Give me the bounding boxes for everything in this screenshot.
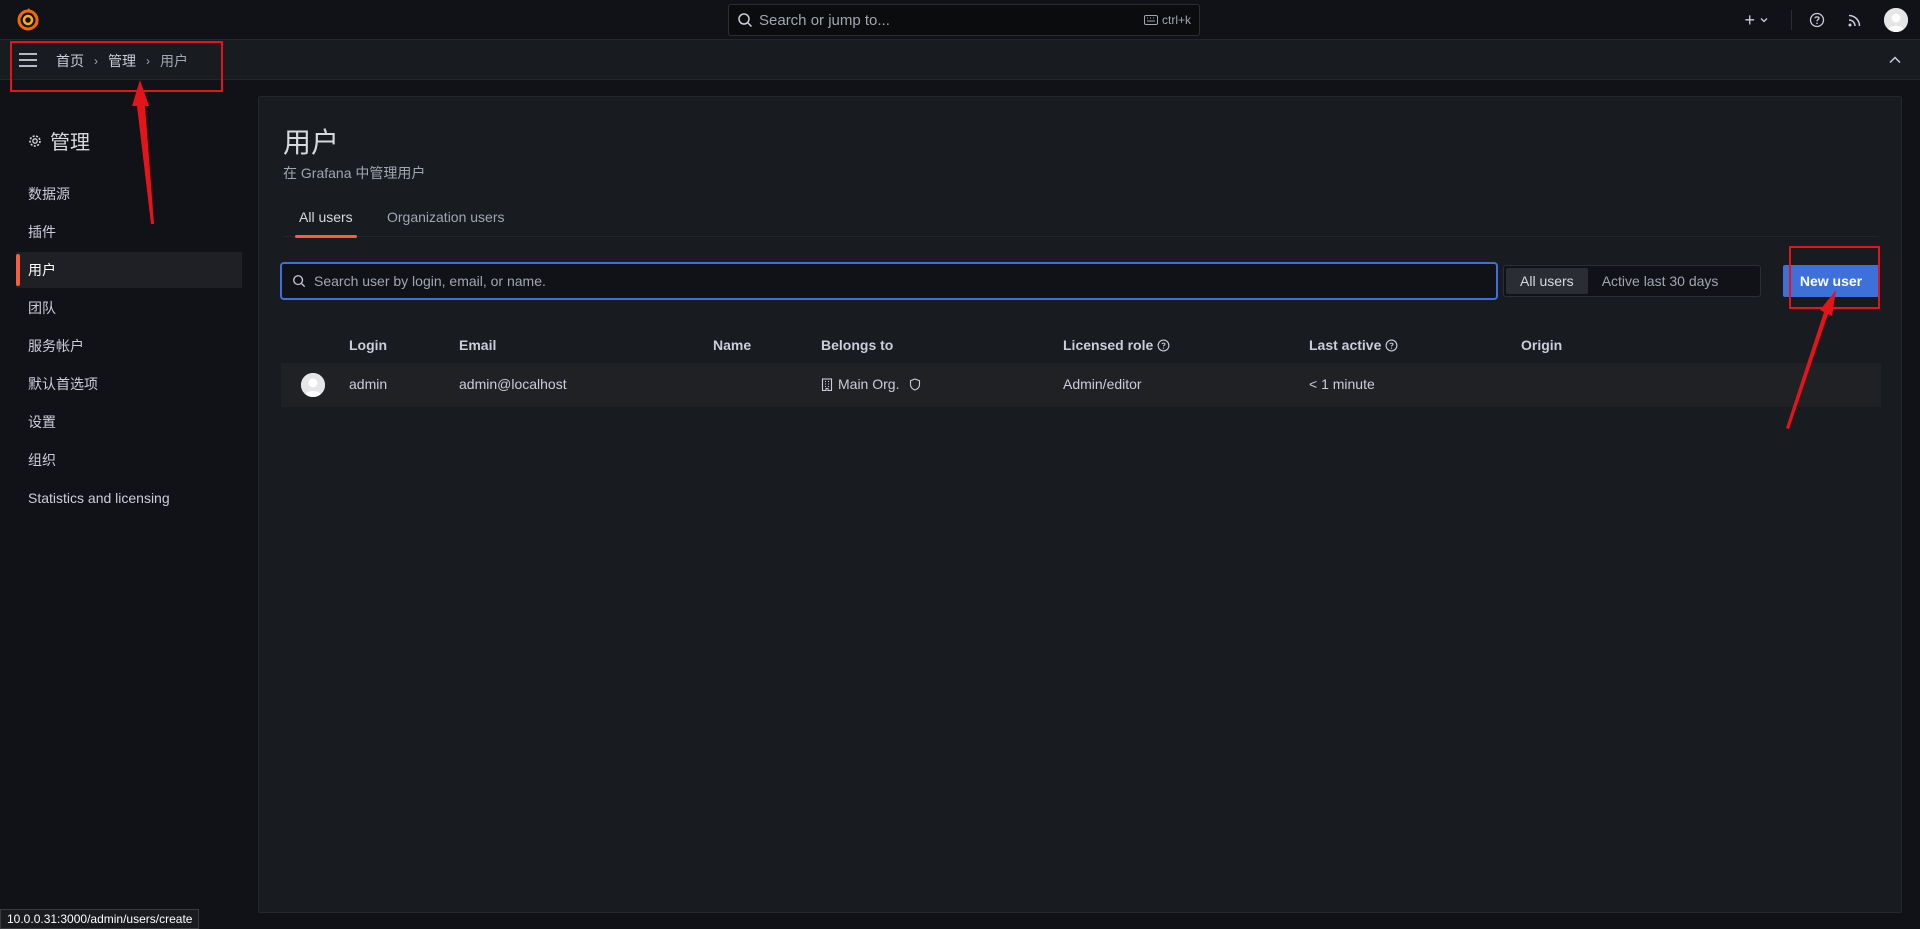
status-url: 10.0.0.31:3000/admin/users/create — [0, 909, 200, 929]
sidebar-item-label: 组织 — [28, 452, 56, 468]
tab-label: Organization users — [387, 209, 505, 225]
search-icon — [738, 13, 753, 28]
info-circle-icon[interactable] — [1157, 339, 1170, 352]
sidebar-item-settings[interactable]: 设置 — [16, 404, 242, 440]
sidenav-title: 管理 — [28, 126, 90, 155]
chevron-down-icon — [1760, 18, 1768, 23]
cell-licensed-role[interactable]: Admin/editor — [1063, 376, 1142, 392]
global-search-bar[interactable]: Search or jump to... ctrl+k — [728, 4, 1200, 36]
column-header-name[interactable]: Name — [713, 337, 751, 353]
users-tabs: All users Organization users — [283, 209, 1879, 238]
chevron-up-icon[interactable] — [1888, 53, 1902, 67]
page-title: 用户 — [283, 127, 340, 158]
sidebar-item-users[interactable]: 用户 — [16, 252, 242, 288]
news-feed-icon[interactable] — [1846, 11, 1864, 29]
global-search-placeholder: Search or jump to... — [759, 11, 890, 29]
sidebar-item-label: 插件 — [28, 224, 56, 240]
users-page-panel: 用户 在 Grafana 中管理用户 All users Organizatio… — [258, 96, 1902, 913]
breadcrumb-bar: 首页 › 管理 › 用户 — [0, 40, 1920, 80]
top-navbar: Search or jump to... ctrl+k + — [0, 0, 1920, 40]
cell-belongs-to-text: Main Org. — [838, 376, 900, 392]
top-actions: + — [1744, 0, 1920, 40]
user-avatar-icon — [301, 373, 325, 397]
sidebar-item-orgs[interactable]: 组织 — [16, 442, 242, 478]
user-search-field[interactable] — [281, 263, 1497, 299]
plus-icon: + — [1744, 9, 1755, 30]
column-header-email[interactable]: Email — [459, 337, 496, 353]
gear-icon — [29, 134, 41, 147]
tab-organization-users[interactable]: Organization users — [383, 209, 509, 237]
user-avatar[interactable] — [1884, 8, 1908, 32]
sidebar-item-label: 设置 — [28, 414, 56, 430]
sidebar-item-default-preferences[interactable]: 默认首选项 — [16, 366, 242, 402]
toolbar-divider — [1791, 10, 1792, 30]
keyboard-icon — [1143, 15, 1158, 25]
column-header-login[interactable]: Login — [349, 337, 387, 353]
tab-label: All users — [299, 209, 353, 225]
filter-active-last-30-days[interactable]: Active last 30 days — [1588, 268, 1733, 294]
sidebar-item-service-accounts[interactable]: 服务帐户 — [16, 328, 242, 364]
column-header-licensed-role: Licensed role — [1063, 337, 1170, 353]
annotation-arrow-breadcrumb — [132, 80, 154, 224]
table-row[interactable]: admin admin@localhost Main Org. Admin/ed… — [281, 363, 1881, 407]
sidebar-item-teams[interactable]: 团队 — [16, 290, 242, 326]
info-circle-icon[interactable] — [1385, 339, 1398, 352]
tab-all-users[interactable]: All users — [295, 209, 357, 238]
sidebar-item-label: 用户 — [28, 262, 56, 278]
avatar — [301, 373, 325, 397]
cell-login[interactable]: admin — [349, 376, 387, 392]
cell-last-active[interactable]: < 1 minute — [1309, 376, 1375, 392]
column-header-label: Belongs to — [821, 337, 894, 353]
building-icon — [821, 377, 833, 391]
sidebar-item-label: 数据源 — [28, 186, 70, 202]
column-header-origin: Origin — [1521, 337, 1562, 353]
sidebar-item-label: 服务帐户 — [28, 338, 84, 354]
page-subtitle: 在 Grafana 中管理用户 — [283, 165, 426, 181]
users-table-header: Login Email Name Belongs to Licensed rol… — [281, 333, 1881, 361]
help-icon[interactable] — [1808, 11, 1826, 29]
sidebar-item-label: Statistics and licensing — [28, 490, 170, 506]
activity-filter-segmented: All users Active last 30 days — [1503, 265, 1761, 297]
cell-belongs-to: Main Org. — [821, 376, 921, 392]
annotation-arrow-new-user — [1786, 290, 1836, 429]
filter-all-users[interactable]: All users — [1506, 268, 1588, 294]
user-search-input[interactable] — [306, 273, 1496, 289]
column-header-label: Email — [459, 337, 497, 353]
column-header-label: Origin — [1521, 337, 1563, 353]
shield-icon — [910, 377, 921, 391]
search-icon — [293, 275, 306, 288]
column-header-label: Name — [713, 337, 752, 353]
column-header-label: Login — [349, 337, 388, 353]
user-avatar-icon — [1884, 8, 1908, 32]
sidebar-item-statistics[interactable]: Statistics and licensing — [16, 480, 242, 516]
grafana-logo-icon[interactable] — [16, 8, 40, 32]
column-header-belongs-to: Belongs to — [821, 337, 893, 353]
annotation-box-breadcrumb — [10, 41, 223, 92]
sidebar-item-label: 团队 — [28, 300, 56, 316]
sidenav-title-text: 管理 — [50, 132, 90, 154]
column-header-last-active[interactable]: Last active — [1309, 337, 1398, 353]
sidebar-item-label: 默认首选项 — [28, 376, 98, 392]
column-header-label: Licensed role — [1063, 337, 1154, 353]
search-shortcut: ctrl+k — [1143, 13, 1191, 27]
cell-email[interactable]: admin@localhost — [459, 376, 567, 392]
column-header-label: Last active — [1309, 337, 1382, 353]
add-new-button[interactable]: + — [1744, 10, 1769, 31]
search-shortcut-text: ctrl+k — [1161, 13, 1191, 27]
